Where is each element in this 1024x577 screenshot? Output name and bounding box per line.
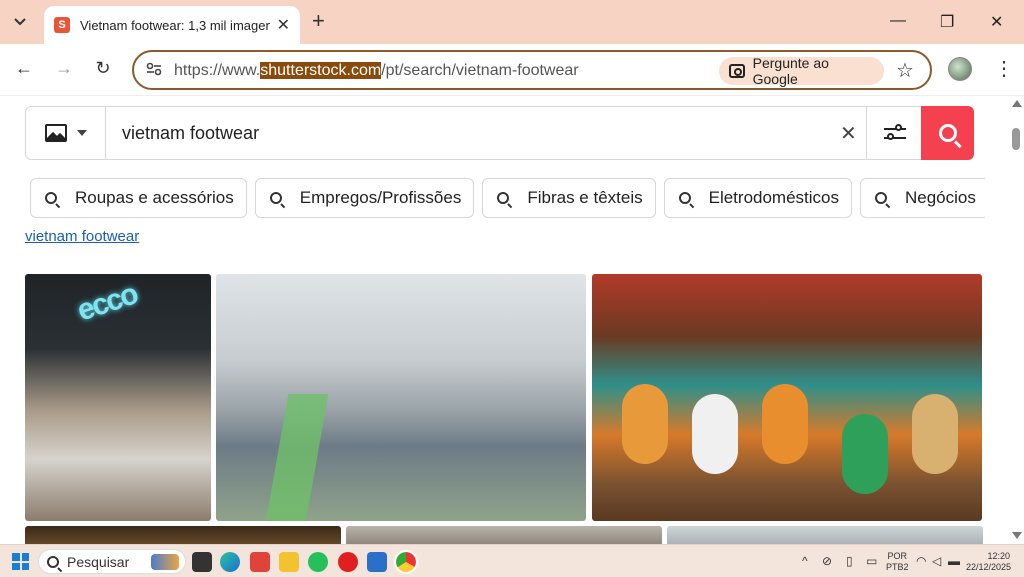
edge-icon[interactable] — [220, 552, 240, 572]
new-tab-button[interactable]: + — [312, 10, 325, 32]
caret-down-icon — [76, 130, 87, 136]
sandal — [912, 394, 958, 474]
language-indicator[interactable]: POR PTB2 — [886, 551, 909, 573]
search-highlight-icon — [151, 554, 179, 570]
profile-avatar[interactable] — [948, 57, 972, 81]
chip-label: Empregos/Profissões — [299, 188, 462, 207]
result-photo-ecco-store[interactable]: ecco — [25, 274, 211, 521]
taskbar-search-placeholder: Pesquisar — [67, 553, 130, 570]
opera-icon[interactable] — [338, 552, 358, 572]
url-text[interactable]: https://www.shutterstock.com/pt/search/v… — [174, 62, 579, 80]
result-photo-sandals[interactable] — [592, 274, 982, 521]
active-tab[interactable]: S Vietnam footwear: 1,3 mil imagens ✕ — [44, 6, 300, 44]
ecco-store-sign: ecco — [73, 277, 141, 328]
result-photo-factory[interactable] — [216, 274, 586, 521]
scroll-thumb[interactable] — [1012, 128, 1020, 150]
windows-taskbar: Pesquisar ^ ⊘ ▯ ▭ POR PTB2 ◠ ◁ ▬ 12:20 2… — [0, 544, 1024, 577]
phone-icon[interactable]: ▯ — [846, 554, 853, 568]
lang-code: POR — [887, 551, 908, 561]
result-photo[interactable] — [667, 526, 983, 544]
factory-floor — [263, 394, 329, 521]
wifi-icon[interactable]: ◠ — [916, 554, 926, 568]
network-off-icon[interactable]: ⊘ — [822, 554, 832, 568]
search-button[interactable] — [921, 106, 974, 160]
url-host: shutterstock.com — [260, 62, 382, 79]
page-content: vietnam footwear ✕ Roupas e acessórios Em… — [0, 96, 1008, 544]
filters-button[interactable] — [866, 107, 922, 159]
window-close-button[interactable]: ✕ — [990, 12, 1003, 32]
chip-label: Negócios — [905, 188, 976, 207]
battery-icon[interactable]: ▬ — [948, 554, 960, 568]
clock-date: 22/12/2025 — [966, 562, 1012, 572]
site-info-icon[interactable] — [146, 62, 162, 79]
reload-button[interactable]: ↻ — [91, 58, 115, 79]
keyboard-layout: PTB2 — [886, 562, 909, 572]
whatsapp-icon[interactable] — [308, 552, 328, 572]
store-icon[interactable] — [367, 552, 387, 572]
task-view-icon[interactable] — [192, 552, 212, 572]
search-icon — [269, 192, 282, 204]
volume-icon[interactable]: ◁ — [932, 554, 941, 568]
minimize-button[interactable]: — — [890, 12, 906, 30]
chip-label: Fibras e têxteis — [527, 188, 643, 207]
google-lens-icon — [729, 64, 745, 78]
shutterstock-favicon-icon: S — [54, 17, 70, 33]
restore-button[interactable]: ❐ — [940, 12, 954, 32]
result-photo[interactable] — [25, 526, 341, 544]
chip-eletrodomesticos[interactable]: Eletrodomésticos — [663, 178, 852, 218]
sandal — [692, 394, 738, 474]
ask-google-button[interactable]: Pergunte ao Google — [719, 55, 884, 87]
search-input[interactable]: vietnam footwear — [122, 123, 259, 144]
forward-button[interactable]: → — [52, 58, 76, 79]
tab-close-icon[interactable]: ✕ — [277, 15, 290, 35]
media-type-select[interactable] — [26, 107, 106, 159]
chevron-down-icon — [14, 18, 26, 26]
tab-search-button[interactable] — [8, 10, 32, 34]
windows-start-icon[interactable] — [12, 553, 29, 570]
sandal — [842, 414, 888, 494]
url-prefix: https://www. — [174, 62, 261, 79]
browser-menu-icon[interactable]: ⋮ — [994, 56, 1014, 81]
search-icon — [938, 124, 957, 142]
search-icon — [497, 192, 510, 204]
tab-strip: S Vietnam footwear: 1,3 mil imagens ✕ + … — [0, 0, 1024, 44]
scroll-down-arrow-icon[interactable] — [1012, 532, 1022, 539]
anydesk-icon[interactable] — [250, 552, 270, 572]
clear-search-icon[interactable]: ✕ — [840, 121, 857, 146]
url-path: /pt/search/vietnam-footwear — [381, 62, 579, 79]
back-button[interactable]: ← — [12, 58, 36, 79]
result-photo[interactable] — [346, 526, 662, 544]
ask-google-label: Pergunte ao Google — [752, 55, 829, 87]
chip-empregos[interactable]: Empregos/Profissões — [254, 178, 475, 218]
clock-time: 12:20 — [987, 551, 1010, 561]
search-icon — [47, 555, 59, 568]
address-bar[interactable]: https://www.shutterstock.com/pt/search/v… — [132, 50, 932, 90]
chip-negocios[interactable]: Negócios — [860, 178, 985, 218]
search-icon — [45, 192, 57, 204]
taskbar-search[interactable]: Pesquisar — [38, 549, 186, 574]
related-search-chips: Roupas e acessórios Empregos/Profissões Fi… — [30, 178, 985, 220]
chip-label: Eletrodomésticos — [708, 188, 839, 207]
tab-title: Vietnam footwear: 1,3 mil imagens — [80, 17, 270, 33]
image-icon — [44, 124, 67, 142]
file-explorer-icon[interactable] — [279, 552, 299, 572]
tray-overflow-icon[interactable]: ^ — [802, 554, 808, 568]
chip-fibras[interactable]: Fibras e têxteis — [482, 178, 656, 218]
sandal — [762, 384, 808, 464]
display-icon[interactable]: ▭ — [866, 554, 877, 568]
search-icon — [678, 192, 691, 204]
chip-roupas[interactable]: Roupas e acessórios — [30, 178, 247, 218]
sandal — [622, 384, 668, 464]
bookmark-star-icon[interactable]: ☆ — [896, 58, 914, 83]
page-scrollbar[interactable] — [1008, 96, 1024, 544]
search-icon — [875, 192, 887, 204]
sliders-icon — [883, 124, 906, 142]
browser-toolbar: ← → ↻ https://www.shutterstock.com/pt/se… — [0, 44, 1024, 96]
chrome-icon[interactable] — [394, 550, 418, 574]
chip-label: Roupas e acessórios — [75, 188, 234, 207]
related-search-link[interactable]: vietnam footwear — [25, 228, 139, 245]
scroll-up-arrow-icon[interactable] — [1012, 100, 1022, 107]
clock[interactable]: 12:20 22/12/2025 — [966, 551, 1012, 573]
search-bar: vietnam footwear ✕ — [25, 106, 974, 160]
